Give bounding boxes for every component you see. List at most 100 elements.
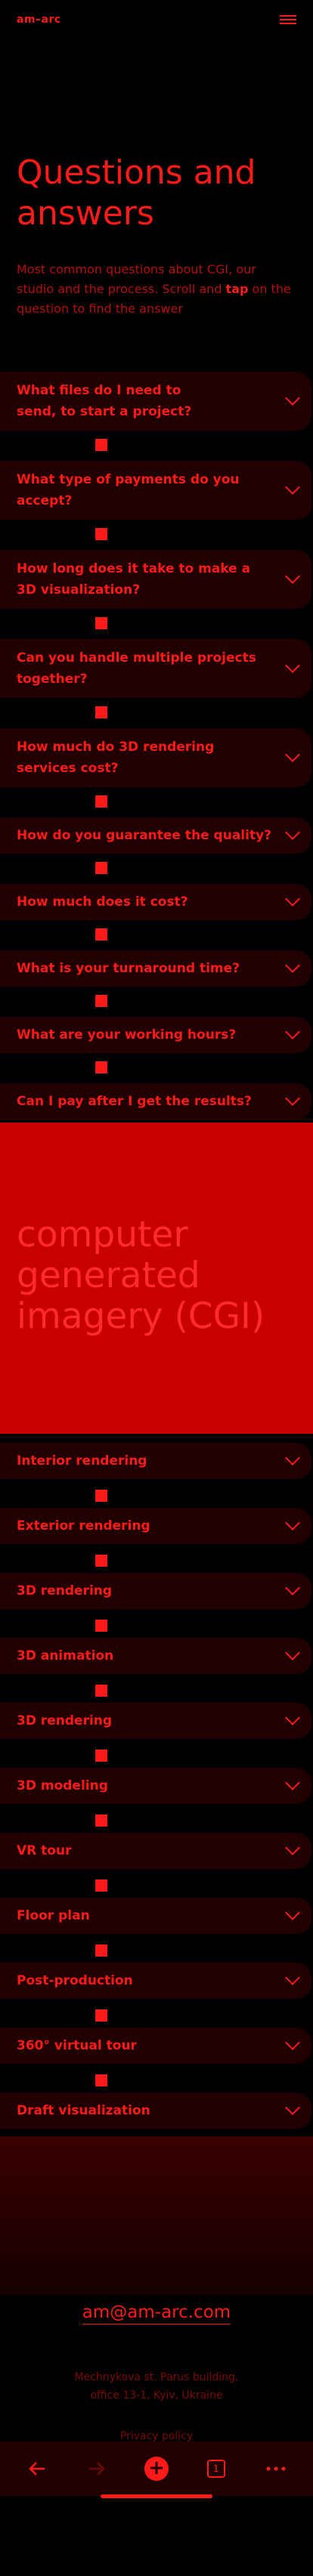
chevron-down-icon[interactable] [285, 2100, 300, 2115]
chevron-down-icon[interactable] [285, 747, 300, 762]
service-item[interactable]: Post-production [0, 1963, 313, 2022]
chevron-down-icon[interactable] [285, 891, 300, 907]
bullet-marker [95, 1061, 107, 1073]
logo[interactable]: am–arc [17, 14, 61, 26]
faq-question: What type of payments do you accept? [17, 472, 240, 508]
chevron-down-icon[interactable] [285, 1840, 300, 1855]
page-title: Questions and answers [17, 153, 256, 233]
bullet-marker [95, 2074, 107, 2086]
faq-item[interactable]: Can you handle multiple projects togethe… [0, 639, 313, 718]
faq-item[interactable]: How much does it cost? [0, 884, 313, 941]
service-item[interactable]: 3D animation [0, 1638, 313, 1697]
faq-question: What files do I need to send, to start a… [17, 383, 192, 419]
back-icon[interactable] [22, 2454, 52, 2484]
chevron-down-icon[interactable] [285, 958, 300, 973]
service-item[interactable]: VR tour [0, 1833, 313, 1892]
chevron-down-icon[interactable] [285, 480, 300, 495]
chevron-down-icon[interactable] [285, 1091, 300, 1106]
faq-item[interactable]: What type of payments do you accept? [0, 461, 313, 540]
bullet-marker [95, 528, 107, 540]
service-label: 3D modeling [17, 1778, 108, 1793]
faq-item[interactable]: How long does it take to make a 3D visua… [0, 550, 313, 629]
chevron-down-icon[interactable] [285, 1775, 300, 1790]
home-indicator [101, 2494, 212, 2498]
faq-question: How much do 3D rendering services cost? [17, 740, 215, 776]
service-label: Interior rendering [17, 1453, 147, 1469]
services-list: Interior rendering Exterior rendering 3D… [0, 1443, 313, 2129]
service-item[interactable]: 3D rendering [0, 1703, 313, 1762]
service-label: 360° virtual tour [17, 2038, 137, 2053]
bullet-marker [95, 617, 107, 629]
service-label: 3D rendering [17, 1583, 113, 1598]
address: Mechnykova st. Parus building, office 13… [74, 2371, 239, 2401]
faq-question: How do you guarantee the quality? [17, 828, 272, 843]
bullet-marker [95, 706, 107, 718]
bullet-marker [95, 1620, 107, 1632]
bullet-marker [95, 1944, 107, 1957]
browser-bottom-area [0, 2496, 313, 2576]
chevron-down-icon[interactable] [285, 1970, 300, 1985]
faq-item[interactable]: What files do I need to send, to start a… [0, 372, 313, 451]
chevron-down-icon[interactable] [285, 825, 300, 840]
menu-icon[interactable] [280, 15, 296, 24]
bullet-marker [95, 1490, 107, 1502]
chevron-down-icon[interactable] [285, 2035, 300, 2050]
service-item[interactable]: 360° virtual tour [0, 2028, 313, 2086]
service-item[interactable]: Interior rendering [0, 1443, 313, 1502]
faq-list: What files do I need to send, to start a… [0, 372, 313, 1120]
bullet-marker [95, 862, 107, 874]
top-bar: am–arc [0, 0, 313, 39]
cgi-banner: computer generated imagery (CGI) [0, 1123, 313, 1434]
faq-question: How much does it cost? [17, 894, 188, 910]
service-item[interactable]: Draft visualization [0, 2093, 313, 2129]
service-item[interactable]: 3D rendering [0, 1573, 313, 1632]
faq-question: Can I pay after I get the results? [17, 1094, 252, 1109]
chevron-down-icon[interactable] [285, 1905, 300, 1920]
faq-item[interactable]: How much do 3D rendering services cost? [0, 728, 313, 808]
faq-item[interactable]: Can I pay after I get the results? [0, 1083, 313, 1120]
chevron-down-icon[interactable] [285, 1515, 300, 1530]
chevron-down-icon[interactable] [285, 1710, 300, 1725]
tabs-icon[interactable]: 1 [201, 2454, 231, 2484]
service-item[interactable]: Floor plan [0, 1898, 313, 1957]
service-label: 3D animation [17, 1648, 114, 1663]
service-label: 3D rendering [17, 1713, 113, 1728]
faq-item[interactable]: How do you guarantee the quality? [0, 817, 313, 874]
browser-nav-bar: + 1 [0, 2442, 313, 2496]
chevron-down-icon[interactable] [285, 1450, 300, 1466]
bullet-marker [95, 2009, 107, 2022]
bullet-marker [95, 1555, 107, 1567]
service-label: VR tour [17, 1843, 72, 1858]
bullet-marker [95, 1879, 107, 1892]
service-label: Draft visualization [17, 2103, 150, 2118]
email-link[interactable]: am@am-arc.com [82, 2303, 231, 2324]
privacy-link[interactable]: Privacy policy [0, 2430, 313, 2442]
service-item[interactable]: Exterior rendering [0, 1508, 313, 1567]
faq-question: What is your turnaround time? [17, 961, 240, 976]
bullet-marker [95, 439, 107, 451]
bullet-marker [95, 1815, 107, 1827]
bullet-marker [95, 795, 107, 808]
new-tab-icon[interactable]: + [141, 2454, 172, 2484]
faq-question: What are your working hours? [17, 1027, 237, 1042]
faq-item[interactable]: What are your working hours? [0, 1017, 313, 1073]
bullet-marker [95, 1685, 107, 1697]
faq-question: Can you handle multiple projects togethe… [17, 650, 256, 687]
faq-item[interactable]: What is your turnaround time? [0, 950, 313, 1007]
chevron-down-icon[interactable] [285, 1580, 300, 1595]
service-label: Post-production [17, 1973, 133, 1988]
chevron-down-icon[interactable] [285, 1024, 300, 1039]
service-label: Floor plan [17, 1908, 90, 1923]
bullet-marker [95, 928, 107, 941]
forward-icon[interactable] [82, 2454, 112, 2484]
more-icon[interactable] [261, 2454, 291, 2484]
service-item[interactable]: 3D modeling [0, 1768, 313, 1827]
hero: Questions and answers Most common questi… [0, 39, 313, 319]
service-label: Exterior rendering [17, 1518, 150, 1534]
bullet-marker [95, 995, 107, 1007]
decorative-block [0, 2136, 313, 2295]
chevron-down-icon[interactable] [285, 1645, 300, 1660]
chevron-down-icon[interactable] [285, 391, 300, 406]
chevron-down-icon[interactable] [285, 569, 300, 584]
chevron-down-icon[interactable] [285, 658, 300, 673]
